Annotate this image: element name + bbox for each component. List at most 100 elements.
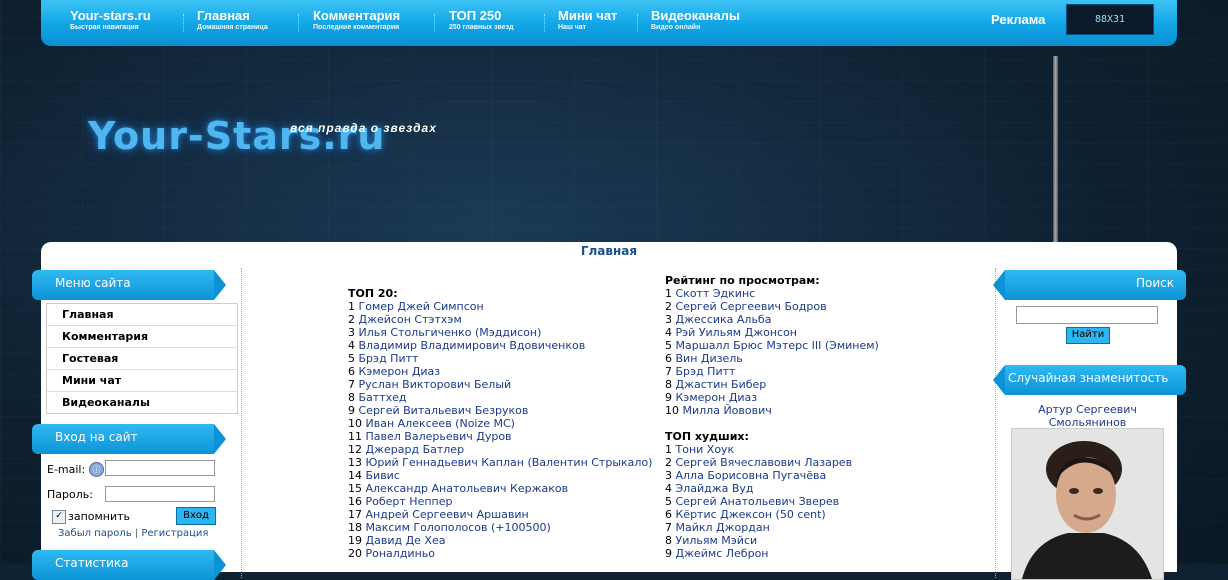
nav-item-comments[interactable]: Комментария Последние комментария [313, 9, 400, 32]
nav-item-title: ТОП 250 [449, 8, 502, 23]
list-item: 16 Роберт Неппер [348, 495, 652, 508]
celebrity-link[interactable]: Александр Анатольевич Кержаков [366, 482, 569, 495]
celebrity-link[interactable]: Алла Борисовна Пугачёва [676, 469, 827, 482]
list-item-rank: 16 [348, 495, 362, 508]
login-links: Забыл пароль | Регистрация [58, 528, 208, 539]
celebrity-link[interactable]: Кэмерон Диаз [359, 365, 441, 378]
celebrity-link[interactable]: Илья Стольгиченко (Мэддисон) [359, 326, 542, 339]
celebrity-link[interactable]: Майкл Джордан [676, 521, 770, 534]
nav-item-mini-chat[interactable]: Мини чат Наш чат [558, 9, 617, 32]
ad-banner-88x31[interactable]: 88X31 [1066, 4, 1154, 35]
list-item-rank: 19 [348, 534, 362, 547]
list-item-rank: 9 [665, 391, 672, 404]
list-item: 14 Бивис [348, 469, 652, 482]
site-menu-title: Меню сайта [32, 270, 226, 300]
celebrity-link[interactable]: Маршалл Брюс Мэтерс III (Эминем) [676, 339, 879, 352]
list-item: 9 Сергей Витальевич Безруков [348, 404, 652, 417]
celebrity-link[interactable]: Роберт Неппер [366, 495, 453, 508]
celebrity-link[interactable]: Рэй Уильям Джонсон [676, 326, 798, 339]
list-item-rank: 2 [665, 300, 672, 313]
celebrity-link[interactable]: Джерард Батлер [366, 443, 465, 456]
search-button[interactable]: Найти [1066, 327, 1110, 344]
random-celeb-title: Случайная знаменитость [993, 365, 1186, 395]
register-link[interactable]: Регистрация [141, 528, 208, 539]
celebrity-link[interactable]: Сергей Анатольевич Зверев [676, 495, 840, 508]
list-item: 7 Руслан Викторович Белый [348, 378, 652, 391]
list-item-rank: 10 [665, 404, 679, 417]
celebrity-link[interactable]: Гомер Джей Симпсон [359, 300, 484, 313]
list-item-rank: 20 [348, 547, 362, 560]
list-item: 6 Кэмерон Диаз [348, 365, 652, 378]
celebrity-link[interactable]: Джеймс Леброн [676, 547, 769, 560]
celebrity-link[interactable]: Сергей Сергеевич Бодров [676, 300, 827, 313]
nav-item-subtitle: Последние комментария [313, 24, 400, 31]
list-item: 4 Владимир Владимирович Вдовиченков [348, 339, 652, 352]
celebrity-link[interactable]: Скотт Эдкинс [676, 287, 756, 300]
celebrity-link[interactable]: Сергей Вячеславович Лазарев [676, 456, 853, 469]
email-field[interactable] [105, 460, 215, 476]
nav-item-video[interactable]: Видеоканалы Видео онлайн [651, 9, 740, 32]
celebrity-link[interactable]: Роналдиньо [366, 547, 436, 560]
menu-item-main[interactable]: Главная [47, 304, 237, 325]
nav-item-main[interactable]: Главная Домашняя страница [197, 9, 268, 32]
breadcrumb[interactable]: Главная [41, 244, 1177, 258]
menu-item-video[interactable]: Видеоканалы [47, 391, 237, 413]
list-item-rank: 14 [348, 469, 362, 482]
list-item-rank: 1 [665, 287, 672, 300]
nav-item-subtitle: Видео онлайн [651, 24, 701, 31]
list-item-rank: 6 [348, 365, 355, 378]
celebrity-link[interactable]: Вин Дизель [676, 352, 743, 365]
list-item: 7 Майкл Джордан [665, 521, 879, 534]
nav-item-home-site[interactable]: Your-stars.ru Быстрая навигация [70, 9, 151, 32]
celebrity-link[interactable]: Уильям Мэйси [676, 534, 758, 547]
site-menu: Главная Комментария Гостевая Мини чат Ви… [46, 303, 238, 414]
nav-separator [183, 14, 185, 32]
celebrity-link[interactable]: Тони Хоук [676, 443, 735, 456]
celebrity-photo[interactable] [1011, 428, 1164, 580]
search-input[interactable] [1016, 306, 1158, 324]
celebrity-link[interactable]: Баттхед [359, 391, 407, 404]
list-item: 20 Роналдиньо [348, 547, 652, 560]
celebrity-link[interactable]: Элайджа Вуд [676, 482, 754, 495]
celebrity-link[interactable]: Павел Валерьевич Дуров [366, 430, 512, 443]
list-item-rank: 4 [348, 339, 355, 352]
forgot-password-link[interactable]: Забыл пароль [58, 528, 132, 539]
celebrity-link[interactable]: Иван Алексеев (Noize MC) [366, 417, 515, 430]
remember-label: запомнить [68, 510, 131, 523]
password-field[interactable] [105, 486, 215, 502]
worst-heading: ТОП худших: [665, 430, 749, 443]
menu-item-mini-chat[interactable]: Мини чат [47, 369, 237, 391]
list-item-rank: 7 [348, 378, 355, 391]
celebrity-link[interactable]: Брэд Питт [676, 365, 736, 378]
login-button[interactable]: Вход [176, 507, 216, 525]
list-item-rank: 9 [665, 547, 672, 560]
list-item: 1 Гомер Джей Симпсон [348, 300, 652, 313]
celebrity-link[interactable]: Сергей Витальевич Безруков [359, 404, 529, 417]
menu-item-guestbook[interactable]: Гостевая [47, 347, 237, 369]
celebrity-link[interactable]: Джейсон Стэтхэм [359, 313, 462, 326]
nav-item-top250[interactable]: ТОП 250 250 главных звезд [449, 9, 514, 32]
list-item-rank: 6 [665, 352, 672, 365]
site-logo[interactable]: Your-Stars.ru вся правда о звездах [88, 116, 436, 156]
celebrity-link[interactable]: Кэмерон Диаз [676, 391, 758, 404]
celebrity-link[interactable]: Бивис [366, 469, 400, 482]
celebrity-link[interactable]: Милла Йовович [683, 404, 772, 417]
celebrity-link[interactable]: Владимир Владимирович Вдовиченков [359, 339, 586, 352]
list-item: 5 Брэд Питт [348, 352, 652, 365]
list-item: 10 Милла Йовович [665, 404, 879, 417]
celebrity-link[interactable]: Джессика Альба [676, 313, 772, 326]
celebrity-link[interactable]: Джастин Бибер [676, 378, 767, 391]
random-celeb-name[interactable]: Артур Сергеевич Смольянинов [1005, 403, 1170, 429]
celebrity-link[interactable]: Юрий Геннадьевич Каплан (Валентин Стрыка… [366, 456, 653, 469]
celebrity-link[interactable]: Брэд Питт [359, 352, 419, 365]
list-item: 18 Максим Голополосов (+100500) [348, 521, 652, 534]
celebrity-link[interactable]: Давид Де Хеа [366, 534, 446, 547]
openid-icon[interactable]: ⓘ [89, 462, 104, 477]
link-separator: | [134, 528, 139, 539]
celebrity-link[interactable]: Максим Голополосов (+100500) [366, 521, 551, 534]
celebrity-link[interactable]: Кёртис Джексон (50 cent) [676, 508, 826, 521]
menu-item-comments[interactable]: Комментария [47, 325, 237, 347]
celebrity-link[interactable]: Андрей Сергеевич Аршавин [366, 508, 529, 521]
remember-checkbox[interactable]: ✓ [52, 510, 66, 524]
celebrity-link[interactable]: Руслан Викторович Белый [359, 378, 512, 391]
